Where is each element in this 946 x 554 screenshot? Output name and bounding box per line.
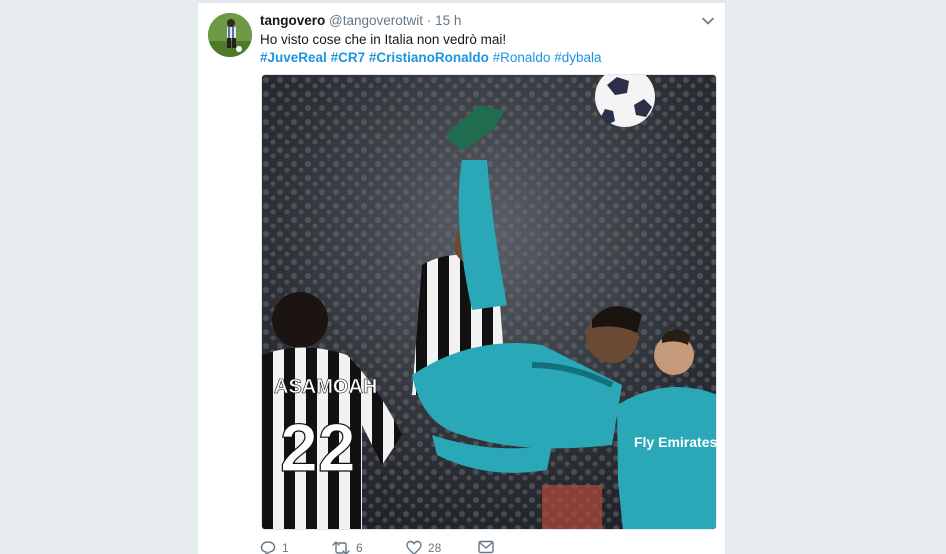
tweet-header: tangovero @tangoverotwit · 15 h	[260, 12, 713, 32]
direct-message-button[interactable]	[478, 540, 494, 554]
retweet-icon	[332, 541, 350, 554]
separator: ·	[426, 13, 432, 28]
reply-icon	[260, 541, 276, 554]
retweet-count: 6	[356, 541, 363, 554]
hashtag-ronaldo[interactable]: #Ronaldo	[493, 50, 551, 65]
mail-icon	[478, 540, 494, 554]
photo-bicycle-kick: ASAMOAH 22 Fly Emirates	[262, 75, 717, 529]
display-name[interactable]: tangovero	[260, 13, 325, 28]
chevron-down-icon[interactable]	[701, 14, 715, 28]
like-button[interactable]: 28	[406, 540, 441, 554]
hashtag-list: #JuveReal #CR7 #CristianoRonaldo #Ronald…	[260, 49, 713, 67]
hashtag-dybala[interactable]: #dybala	[554, 50, 601, 65]
tweet-card[interactable]: tangovero @tangoverotwit · 15 h Ho visto…	[197, 0, 726, 554]
jersey-number: 22	[280, 410, 356, 486]
timestamp[interactable]: 15 h	[435, 13, 461, 28]
hashtag-juvereal[interactable]: #JuveReal	[260, 50, 327, 65]
hashtag-cr7[interactable]: #CR7	[331, 50, 366, 65]
reply-button[interactable]: 1	[260, 540, 289, 554]
heart-icon	[406, 540, 422, 554]
tweet-body: Ho visto cose che in Italia non vedrò ma…	[260, 31, 713, 67]
retweet-button[interactable]: 6	[332, 540, 363, 554]
hashtag-cristianoronaldo[interactable]: #CristianoRonaldo	[369, 50, 489, 65]
user-handle[interactable]: @tangoverotwit	[329, 13, 423, 28]
like-count: 28	[428, 541, 442, 554]
avatar-image	[208, 13, 252, 57]
tweet-photo[interactable]: ASAMOAH 22 Fly Emirates	[261, 74, 717, 530]
sponsor-text: Fly Emirates	[634, 434, 717, 450]
reply-count: 1	[282, 541, 289, 554]
divider	[198, 0, 725, 3]
avatar[interactable]	[208, 13, 252, 57]
tweet-text: Ho visto cose che in Italia non vedrò ma…	[260, 32, 507, 47]
jersey-name: ASAMOAH	[274, 376, 377, 398]
